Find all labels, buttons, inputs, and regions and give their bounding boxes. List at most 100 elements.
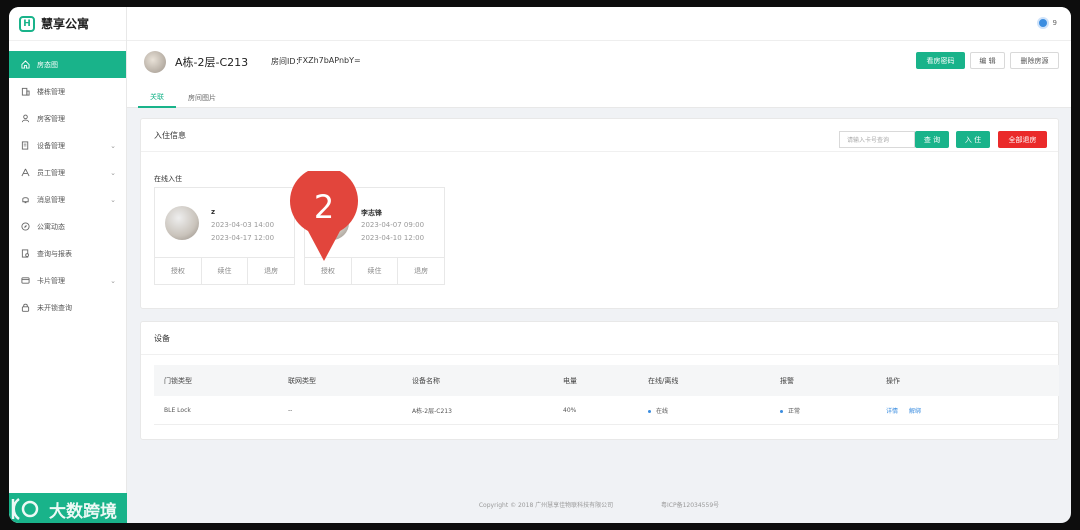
- view-password-button[interactable]: 看房密码: [916, 52, 965, 69]
- actions-cell: 详情 解绑: [886, 406, 930, 415]
- sidebar-item-label: 消息管理: [37, 195, 65, 204]
- table-header: 门锁类型 联网类型 设备名称 电量 在线/离线 报警 操作: [154, 365, 1059, 396]
- sidebar-item-label: 未开锁查询: [37, 303, 72, 312]
- tenant-card: z 2023-04-03 14:00 2023-04-17 12:00 授权 续…: [154, 187, 295, 285]
- sidebar-item-devices[interactable]: 设备管理 ⌄: [9, 132, 126, 159]
- tab-relation[interactable]: 关联: [138, 87, 176, 108]
- sidebar-item-buildings[interactable]: 楼栋管理: [9, 78, 126, 105]
- tenant-actions: 授权 续住 退房: [155, 257, 294, 284]
- sidebar-item-label: 公寓动态: [37, 222, 65, 231]
- device-table: 门锁类型 联网类型 设备名称 电量 在线/离线 报警 操作 BLE Lock -…: [154, 365, 1059, 425]
- online-status-cell: 在线: [648, 406, 668, 415]
- checkin-card: 入住信息 请输入卡号查询 查 询 入 住 全部退房 在线入住 z 2023-04…: [140, 118, 1059, 309]
- room-tabs: 关联 房间图片: [138, 87, 228, 108]
- sidebar: H 慧享公寓 房态图 楼栋管理 房客管理 设备管理 ⌄ 员工管理 ⌄ 消息管理 …: [9, 7, 127, 523]
- sidebar-item-label: 房客管理: [37, 114, 65, 123]
- room-header: A栋-2层-C213 房间ID： FXZh7bAPnbY= 看房密码 编 辑 删…: [127, 41, 1071, 108]
- column-header: 电量: [563, 376, 577, 385]
- tenant-name: z: [211, 208, 216, 216]
- device-title: 设备: [141, 322, 1058, 355]
- authorize-button[interactable]: 授权: [155, 258, 202, 284]
- edit-button[interactable]: 编 辑: [970, 52, 1005, 69]
- online-checkin-label: 在线入住: [154, 175, 182, 183]
- sidebar-item-news[interactable]: 公寓动态: [9, 213, 126, 240]
- checkout-all-button[interactable]: 全部退房: [998, 131, 1047, 148]
- checkout-button[interactable]: 退房: [398, 258, 444, 284]
- table-row: BLE Lock -- A栋-2层-C213 40% 在线 正常 详情 解绑: [154, 396, 1059, 425]
- report-icon: [20, 249, 30, 259]
- alarm-status-text: 正常: [788, 407, 801, 415]
- alarm-status-cell: 正常: [780, 406, 800, 415]
- column-header: 门锁类型: [164, 376, 192, 385]
- watermark: 大数跨境: [9, 495, 117, 523]
- network-type-cell: --: [288, 406, 293, 414]
- chevron-down-icon: ⌄: [110, 276, 116, 285]
- card-search-input[interactable]: 请输入卡号查询: [839, 131, 915, 148]
- logo-icon: H: [19, 15, 35, 32]
- column-header: 设备名称: [412, 376, 440, 385]
- checkin-button[interactable]: 入 住: [956, 131, 990, 148]
- app-window: H 慧享公寓 房态图 楼栋管理 房客管理 设备管理 ⌄ 员工管理 ⌄ 消息管理 …: [9, 7, 1071, 523]
- top-bar: 9: [127, 7, 1071, 41]
- column-header: 操作: [886, 376, 900, 385]
- sidebar-item-label: 员工管理: [37, 168, 65, 177]
- extend-stay-button[interactable]: 续住: [202, 258, 249, 284]
- sidebar-item-staff[interactable]: 员工管理 ⌄: [9, 159, 126, 186]
- sidebar-item-tenants[interactable]: 房客管理: [9, 105, 126, 132]
- room-avatar: [144, 51, 166, 73]
- user-menu[interactable]: 9: [1036, 17, 1057, 29]
- device-card: 设备 门锁类型 联网类型 设备名称 电量 在线/离线 报警 操作 BLE Loc…: [140, 321, 1059, 440]
- chevron-down-icon: ⌄: [110, 141, 116, 150]
- tenant-name: 李志锋: [361, 209, 382, 217]
- delete-room-button[interactable]: 删除房源: [1010, 52, 1059, 69]
- sidebar-item-reports[interactable]: 查询与报表: [9, 240, 126, 267]
- copyright-text: Copyright © 2018 广州慧享佳物联科技有限公司: [478, 502, 614, 509]
- online-status-text: 在线: [656, 407, 669, 415]
- sidebar-item-label: 查询与报表: [37, 249, 72, 258]
- status-dot-icon: [780, 409, 783, 413]
- device-name-cell: A栋-2层-C213: [412, 407, 452, 415]
- sidebar-item-label: 卡片管理: [37, 276, 65, 285]
- sidebar-item-cards[interactable]: 卡片管理 ⌄: [9, 267, 126, 294]
- footer: Copyright © 2018 广州慧享佳物联科技有限公司 粤ICP备1203…: [127, 500, 1071, 509]
- sidebar-item-unlock-query[interactable]: 未开锁查询: [9, 294, 126, 321]
- sidebar-item-room-status[interactable]: 房态图: [9, 51, 126, 78]
- room-title: A栋-2层-C213: [175, 56, 249, 69]
- device-icon: [20, 141, 30, 151]
- watermark-text: 大数跨境: [49, 501, 117, 522]
- tenant-end-time: 2023-04-17 12:00: [211, 234, 275, 242]
- staff-icon: [20, 168, 30, 178]
- step-number: 2: [314, 188, 334, 226]
- building-icon: [20, 87, 30, 97]
- chevron-down-icon: ⌄: [110, 195, 116, 204]
- query-button[interactable]: 查 询: [915, 131, 949, 148]
- tab-room-images[interactable]: 房间图片: [176, 87, 228, 108]
- tenant-start-time: 2023-04-03 14:00: [211, 221, 275, 229]
- lock-type-cell: BLE Lock: [164, 406, 191, 414]
- bell-icon: [20, 195, 30, 205]
- sidebar-item-label: 房态图: [37, 60, 58, 69]
- sidebar-item-messages[interactable]: 消息管理 ⌄: [9, 186, 126, 213]
- tenant-start-time: 2023-04-07 09:00: [361, 221, 425, 229]
- battery-cell: 40%: [563, 406, 577, 414]
- avatar: [1036, 17, 1049, 29]
- user-count: 9: [1052, 19, 1057, 27]
- chevron-down-icon: ⌄: [110, 168, 116, 177]
- sidebar-item-label: 设备管理: [37, 141, 65, 150]
- app-name: 慧享公寓: [41, 17, 90, 31]
- home-icon: [20, 60, 30, 70]
- unbind-link[interactable]: 解绑: [909, 408, 921, 415]
- sidebar-item-label: 楼栋管理: [37, 87, 65, 96]
- tenant-end-time: 2023-04-10 12:00: [361, 234, 425, 242]
- column-header: 在线/离线: [648, 376, 679, 385]
- map-pin-icon: 2: [290, 167, 358, 261]
- details-link[interactable]: 详情: [886, 408, 898, 415]
- sidebar-menu: 房态图 楼栋管理 房客管理 设备管理 ⌄ 员工管理 ⌄ 消息管理 ⌄ 公寓动态 …: [9, 51, 126, 321]
- card-icon: [20, 276, 30, 286]
- status-dot-icon: [648, 409, 651, 413]
- step-marker: 2: [288, 167, 360, 263]
- user-icon: [20, 114, 30, 124]
- logo: H 慧享公寓: [9, 7, 126, 41]
- lock-icon: [20, 303, 30, 313]
- tenant-avatar: [165, 206, 199, 240]
